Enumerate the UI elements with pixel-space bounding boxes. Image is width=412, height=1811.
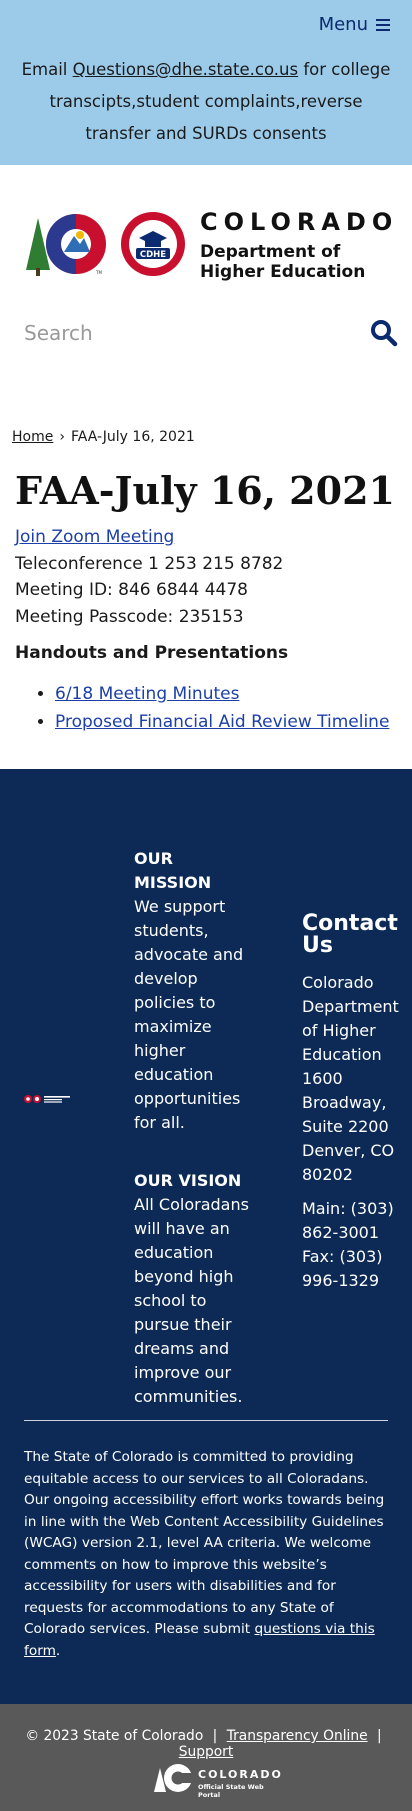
svg-text:TM: TM [95,270,102,275]
contact-address: Colorado Department of Higher Education … [302,973,399,1184]
email-notice: Email Questions@dhe.state.co.us for coll… [21,60,391,143]
breadcrumb-current: FAA-July 16, 2021 [70,429,195,445]
meeting-id: Meeting ID: 846 6844 4478 [15,580,248,600]
vision-text: All Coloradans will have an education be… [134,1195,249,1406]
teleconference-number: Teleconference 1 253 215 8782 [15,553,284,574]
top-banner: Menu Email Questions@dhe.state.co.us for… [0,0,412,165]
page-title: FAA-July 16, 2021 [15,468,395,513]
search-input[interactable] [24,321,324,345]
bottom-links: © 2023 State of Colorado | Transparency … [25,1728,382,1760]
contact-us: Contact Us Colorado Department of Higher… [302,911,399,1293]
breadcrumb-separator-icon: › [59,429,65,445]
svg-text:CDHE: CDHE [140,250,166,260]
portal-subtitle: Official State Web Portal [198,1783,264,1799]
meeting-details: Join Zoom Meeting Teleconference 1 253 2… [15,524,283,630]
mission-heading: OUR MISSION [134,849,212,892]
cdhe-logo[interactable]: TM CDHE COLORADO Department of Higher Ed… [24,208,392,282]
menu-button[interactable]: Menu [319,14,390,35]
meeting-passcode: Meeting Passcode: 235153 [15,606,244,627]
handouts-heading: Handouts and Presentations [15,643,289,663]
portal-name: COLORADO [198,1768,283,1781]
transparency-online-link[interactable]: Transparency Online [227,1728,368,1744]
copyright: © 2023 State of Colorado [25,1728,204,1744]
support-link[interactable]: Support [179,1744,234,1760]
accessibility-statement: The State of Colorado is committed to pr… [24,1449,385,1659]
zoom-meeting-link[interactable]: Join Zoom Meeting [15,527,174,547]
mission-vision: OUR MISSION We support students, advocat… [134,847,252,1409]
logo-state-name: COLORADO [200,208,399,236]
handouts-list: 6/18 Meeting Minutes Proposed Financial … [55,680,389,736]
contact-phone: Main: (303) 862-3001 [302,1199,394,1242]
logo-dept-name: Department of Higher Education [200,242,366,282]
search-icon[interactable] [370,319,398,347]
handout-link[interactable]: Proposed Financial Aid Review Timeline [55,712,389,732]
contact-heading: Contact Us [302,911,398,958]
list-item: 6/18 Meeting Minutes [55,680,389,708]
menu-label: Menu [318,14,368,35]
footer-divider [24,1420,388,1421]
site-footer: OUR MISSION We support students, advocat… [0,769,412,1704]
colorado-portal-logo[interactable]: COLORADO Official State Web Portal [152,1760,284,1799]
email-link[interactable]: Questions@dhe.state.co.us [73,60,298,79]
contact-fax: Fax: (303) 996-1329 [302,1247,383,1290]
handout-link[interactable]: 6/18 Meeting Minutes [55,684,239,704]
breadcrumb: Home › FAA-July 16, 2021 [12,429,195,445]
list-item: Proposed Financial Aid Review Timeline [55,708,389,736]
colorado-c-icon [154,1764,194,1792]
breadcrumb-home-link[interactable]: Home [12,429,53,445]
search-bar [24,316,398,350]
colorado-c-logo-icon: TM CDHE [26,212,185,276]
footer-cdhe-logo-icon[interactable] [24,1093,72,1105]
hamburger-icon [376,18,390,31]
state-bottom-bar: © 2023 State of Colorado | Transparency … [0,1704,412,1811]
vision-heading: OUR VISION [134,1171,242,1190]
mission-text: We support students, advocate and develo… [134,897,244,1132]
